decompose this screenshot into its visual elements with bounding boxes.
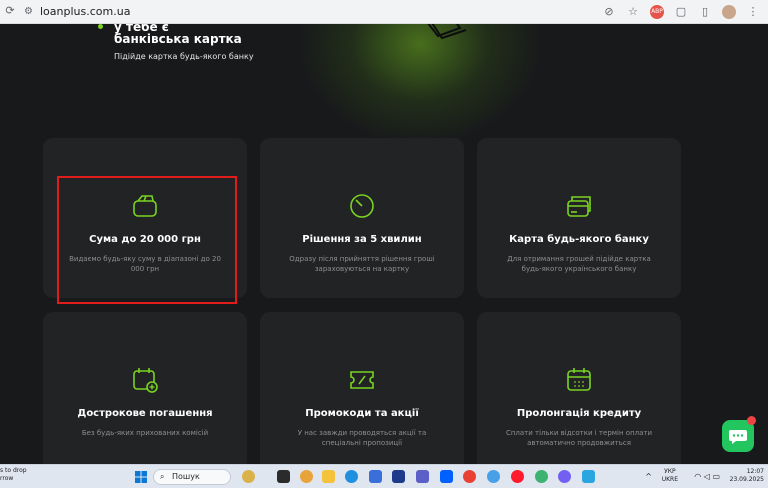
highlight-annotation: [57, 176, 237, 304]
copilot-icon[interactable]: [300, 470, 313, 483]
browser-toolbar: ⟳ ⚙ loanplus.com.ua ⊘ ☆ ABP ▢ ▯ ⋮: [0, 0, 768, 24]
star-icon[interactable]: ☆: [626, 5, 640, 19]
edge-icon[interactable]: [345, 470, 358, 483]
taskbar-search-placeholder: Пошук: [172, 472, 200, 481]
chrome-icon[interactable]: [463, 470, 476, 483]
feature-title: Пролонгація кредиту: [516, 408, 642, 419]
wifi-volume-battery-icon[interactable]: ◠ ◁ ▭: [694, 472, 720, 481]
widgets-icon[interactable]: [242, 470, 255, 483]
chat-notification-badge: [747, 416, 756, 425]
feature-title: Карта будь-якого банку: [509, 234, 649, 245]
teams-icon[interactable]: [416, 470, 429, 483]
feature-card-bank: Карта будь-якого банку Для отримання гро…: [477, 138, 681, 298]
hero-title: банківська картка: [114, 32, 242, 46]
store-icon[interactable]: [369, 470, 382, 483]
page-content: у тебе є банківська картка Підійде картк…: [0, 24, 768, 464]
clock[interactable]: 12:07 23.09.2025: [730, 468, 764, 484]
reload-icon[interactable]: ⟳: [4, 5, 16, 17]
feature-description: У нас завжди проводяться акції та спеціа…: [297, 429, 427, 447]
feature-title: Промокоди та акції: [305, 408, 419, 419]
app-badge-icon[interactable]: [487, 470, 500, 483]
feature-description: Сплати тільки відсотки і термін оплати а…: [505, 429, 653, 447]
dropbox-icon[interactable]: [440, 470, 453, 483]
app-green-icon[interactable]: [535, 470, 548, 483]
feature-card-early-repayment: Дострокове погашення Без будь-яких прихо…: [43, 312, 247, 464]
feature-title: Рішення за 5 хвилин: [302, 234, 422, 245]
feature-description: Для отримання грошей підійде картка будь…: [507, 255, 651, 273]
hero-bullet-icon: [98, 24, 103, 29]
taskbar-search[interactable]: ⌕ Пошук: [153, 469, 231, 485]
timer-icon: [350, 194, 374, 218]
chevron-up-icon[interactable]: ^: [645, 472, 652, 481]
ticket-icon: [350, 371, 374, 389]
taskbar-notification-line2: rrow: [0, 475, 14, 482]
clock-time: 12:07: [746, 468, 764, 475]
notes-icon[interactable]: [582, 470, 595, 483]
feature-card-promo: Промокоди та акції У нас завжди проводят…: [260, 312, 464, 464]
feature-description: Одразу після прийняття рішення гроші зар…: [289, 255, 435, 273]
eye-off-icon[interactable]: ⊘: [602, 5, 616, 19]
language-code: УКР: [664, 468, 676, 475]
file-explorer-icon[interactable]: [322, 470, 335, 483]
viber-icon[interactable]: [558, 470, 571, 483]
app-l-icon[interactable]: [392, 470, 405, 483]
calendar-icon: [567, 368, 591, 391]
language-indicator[interactable]: УКР UKRE: [662, 468, 678, 484]
clock-date: 23.09.2025: [729, 476, 764, 483]
calendar-plus-icon: [133, 368, 158, 393]
site-info-icon[interactable]: ⚙: [24, 6, 36, 18]
bank-cards-icon: [567, 196, 591, 217]
feature-card-prolongation: Пролонгація кредиту Сплати тільки відсот…: [477, 312, 681, 464]
extensions-puzzle-icon[interactable]: ▢: [674, 5, 688, 19]
profile-avatar[interactable]: [722, 5, 736, 19]
browser-actions: ⊘ ☆ ABP ▢ ▯ ⋮: [602, 4, 760, 20]
opera-icon[interactable]: [511, 470, 524, 483]
feature-description: Без будь-яких прихованих комісій: [81, 429, 209, 437]
feature-title: Дострокове погашення: [77, 408, 213, 419]
taskbar-notification-line1: s to drop: [0, 467, 27, 474]
keyboard-layout: UKRE: [661, 476, 678, 483]
search-icon: ⌕: [160, 472, 165, 481]
cards-illustration: [427, 24, 467, 40]
taskbar-notification: s to drop rrow: [0, 467, 27, 483]
menu-kebab-icon[interactable]: ⋮: [746, 5, 760, 19]
feature-card-decision: Рішення за 5 хвилин Одразу після прийнят…: [260, 138, 464, 298]
sidebar-icon[interactable]: ▯: [698, 5, 712, 19]
extension-icon[interactable]: ABP: [650, 5, 664, 19]
windows-start-icon[interactable]: [135, 471, 147, 483]
system-tray: ^ УКР UKRE ◠ ◁ ▭ 12:07 23.09.2025: [604, 468, 764, 486]
address-bar[interactable]: loanplus.com.ua: [40, 5, 130, 19]
task-view-icon[interactable]: [277, 470, 290, 483]
hero-subtitle: Підійде картка будь-якого банку: [114, 52, 254, 61]
windows-taskbar: s to drop rrow ⌕ Пошук ^ УКР UKRE ◠ ◁ ▭ …: [0, 464, 768, 488]
